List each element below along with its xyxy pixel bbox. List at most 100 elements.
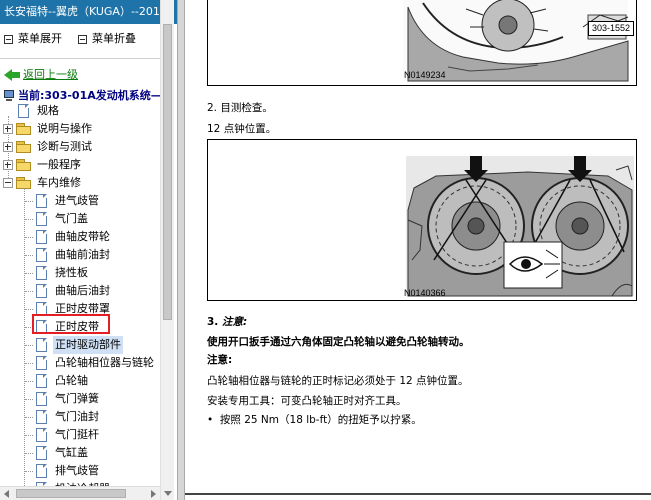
collapse-menu-button[interactable]: 菜单折叠: [78, 30, 136, 48]
expand-menu-label: 菜单展开: [18, 32, 62, 45]
document-icon: [36, 284, 47, 298]
tree-item-label: 进气歧管: [55, 194, 99, 207]
pane-splitter[interactable]: [177, 0, 185, 500]
document-icon: [36, 374, 47, 388]
expand-menu-button[interactable]: 菜单展开: [4, 30, 62, 48]
horizontal-scrollbar[interactable]: [0, 486, 160, 500]
tree-item-child[interactable]: 进气歧管: [0, 192, 160, 210]
tree-item-child[interactable]: 气门油封: [0, 408, 160, 426]
document-icon: [36, 212, 47, 226]
tree-item-label: 气缸盖: [55, 446, 88, 459]
tree-item-child[interactable]: 气缸盖: [0, 444, 160, 462]
menu-collapse-icon: [78, 34, 87, 44]
scroll-left-icon[interactable]: [4, 490, 9, 498]
camshaft-sprockets-illustration: [406, 156, 634, 297]
tree-item-child[interactable]: 挠性板: [0, 264, 160, 282]
tree-item-label: 气门油封: [55, 410, 99, 423]
scroll-right-icon[interactable]: [151, 490, 156, 498]
vertical-scroll-thumb[interactable]: [163, 24, 172, 320]
figure-1: 303-1552 N0149234: [207, 0, 637, 86]
tree-connector-line: [25, 309, 33, 310]
tool-tag-303-1552: 303-1552: [588, 21, 635, 36]
tree-connector-line: [25, 471, 33, 472]
figure-2-id: N0140366: [404, 288, 446, 298]
tree-item-diagnosis-testing[interactable]: 诊断与测试: [0, 138, 160, 156]
tree-item-child[interactable]: 凸轮轴相位器与链轮: [0, 354, 160, 372]
tree-item-child[interactable]: 气门挺杆: [0, 426, 160, 444]
folder-icon: [16, 123, 32, 135]
tree-connector-line: [25, 201, 33, 202]
back-link-label: 返回上一级: [23, 68, 78, 81]
document-icon: [18, 104, 29, 118]
tree-item-child[interactable]: 气门弹簧: [0, 390, 160, 408]
document-icon: [36, 410, 47, 424]
document-icon: [36, 230, 47, 244]
tree-item-label: 曲轴后油封: [55, 284, 110, 297]
tree-item-label: 一般程序: [37, 158, 81, 171]
tree-item-spec[interactable]: 规格: [0, 102, 160, 120]
highlight-box: [32, 314, 110, 334]
vertical-scrollbar[interactable]: [160, 0, 174, 500]
figure-1-id: N0149234: [404, 70, 446, 80]
tree-item-label: 曲轴前油封: [55, 248, 110, 261]
scroll-down-icon[interactable]: [164, 491, 172, 496]
tree-item-child[interactable]: 曲轴后油封: [0, 282, 160, 300]
tree-connector-line: [25, 291, 33, 292]
tree-item-general-procedures[interactable]: 一般程序: [0, 156, 160, 174]
tree-toolbar: 菜单展开 菜单折叠: [0, 30, 160, 48]
tree-connector-line: [25, 345, 33, 346]
tree-connector-line: [25, 363, 33, 364]
document-icon: [36, 446, 47, 460]
step-3-instruction: 使用开口扳手通过六角体固定凸轮轴以避免凸轮轴转动。: [207, 336, 470, 348]
tree-item-child[interactable]: 正时驱动部件: [0, 336, 160, 354]
collapse-minus-icon[interactable]: [3, 178, 13, 188]
back-link[interactable]: 返回上一级: [4, 66, 78, 84]
tree-item-label: 凸轮轴: [55, 374, 88, 387]
torque-bullet-item: • 按照 25 Nm（18 lb-ft）的扭矩予以拧紧。: [207, 412, 422, 427]
tree-item-child[interactable]: 气门盖: [0, 210, 160, 228]
tree-item-label: 气门挺杆: [55, 428, 99, 441]
tree-item-child[interactable]: 凸轮轴: [0, 372, 160, 390]
expand-plus-icon[interactable]: [3, 142, 13, 152]
document-icon: [36, 356, 47, 370]
tree-item-child[interactable]: 排气歧管: [0, 462, 160, 480]
tree-connector-line: [25, 453, 33, 454]
tree-item-description-operation[interactable]: 说明与操作: [0, 120, 160, 138]
figure-2: N0140366: [207, 139, 637, 301]
torque-text: 按照 25 Nm（18 lb-ft）的扭矩予以拧紧。: [219, 414, 422, 426]
tree-item-label: 排气歧管: [55, 464, 99, 477]
tree-item-label: 说明与操作: [37, 122, 92, 135]
expand-plus-icon[interactable]: [3, 160, 13, 170]
collapse-menu-label: 菜单折叠: [92, 32, 136, 45]
current-location-label: 当前:303-01A发动机系统—1: [18, 89, 170, 102]
clock-position-text: 12 点钟位置。: [207, 123, 277, 135]
document-icon: [36, 464, 47, 478]
tree-connector-line: [25, 273, 33, 274]
tree-item-label: 气门弹簧: [55, 392, 99, 405]
tree-item-label: 挠性板: [55, 266, 88, 279]
tree-connector-line: [25, 237, 33, 238]
document-icon: [36, 338, 47, 352]
tree-connector-line: [25, 435, 33, 436]
tree-connector-line: [25, 417, 33, 418]
note-text: 凸轮轴相位器与链轮的正时标记必须处于 12 点钟位置。: [207, 375, 469, 387]
tree-connector-line: [25, 399, 33, 400]
expand-plus-icon[interactable]: [3, 124, 13, 134]
note-label: 注意:: [207, 354, 233, 366]
document-icon: [36, 392, 47, 406]
computer-icon: [4, 90, 14, 102]
step-2-text: 2. 目测检查。: [207, 102, 273, 114]
tree-item-child[interactable]: 曲轴前油封: [0, 246, 160, 264]
bullet-mark: •: [207, 414, 214, 426]
tree-item-label: 车内维修: [37, 176, 81, 189]
tree-item-label: 规格: [37, 104, 59, 117]
document-icon: [36, 266, 47, 280]
divider: [0, 58, 160, 59]
tree-connector-line: [25, 381, 33, 382]
nav-panel: 长安福特--翼虎（KUGA）--2013 菜单展开 菜单折叠 返回上一级 当前:…: [0, 0, 177, 500]
horizontal-scroll-thumb[interactable]: [16, 489, 126, 498]
document-content: 303-1552 N0149234 2. 目测检查。 12 点钟位置。 N014…: [185, 0, 651, 500]
tree-item-label: 正时驱动部件: [53, 336, 123, 354]
step-3-heading: 3. 注意:: [207, 314, 247, 329]
tree-item-child[interactable]: 曲轴皮带轮: [0, 228, 160, 246]
